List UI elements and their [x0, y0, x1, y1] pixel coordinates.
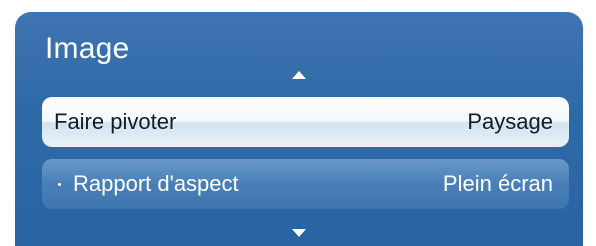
menu-item-value: Plein écran — [442, 171, 553, 196]
menu-item-label: Rapport d'aspect — [73, 171, 239, 196]
image-settings-panel: Image Faire pivoter Paysage Rapport d'as… — [15, 12, 583, 246]
panel-title: Image — [45, 32, 130, 65]
menu-item-label-wrap: Rapport d'aspect — [54, 171, 239, 197]
menu-item-label-wrap: Faire pivoter — [54, 109, 176, 135]
menu-item-label: Faire pivoter — [54, 109, 177, 134]
scroll-down-arrow-icon[interactable] — [292, 229, 306, 237]
menu-item-faire-pivoter[interactable]: Faire pivoter Paysage — [42, 97, 569, 147]
scroll-up-arrow-icon[interactable] — [292, 71, 306, 79]
submenu-bullet-icon — [58, 182, 61, 186]
menu-item-rapport-daspect[interactable]: Rapport d'aspect Plein écran — [42, 159, 569, 209]
menu-item-value: Paysage — [467, 109, 553, 134]
